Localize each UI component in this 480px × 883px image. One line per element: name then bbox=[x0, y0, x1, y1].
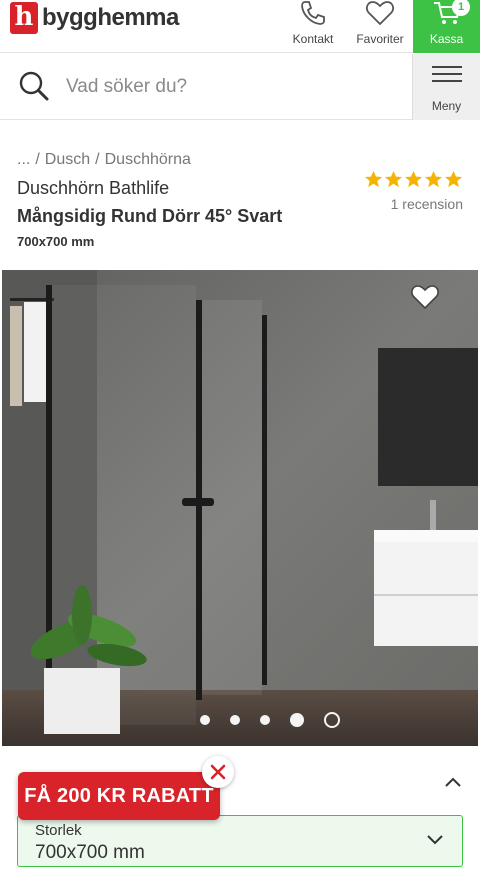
gallery-dot[interactable] bbox=[290, 713, 304, 727]
favoriter-label: Favoriter bbox=[356, 32, 404, 46]
gallery-dots bbox=[2, 712, 478, 728]
size-select-value: 700x700 mm bbox=[35, 842, 145, 863]
breadcrumb-item-ellipsis[interactable]: ... bbox=[17, 151, 30, 168]
add-to-favorites-button[interactable] bbox=[410, 284, 440, 315]
phone-icon bbox=[301, 1, 325, 25]
product-brand[interactable]: Duschhörn Bathlife bbox=[17, 178, 169, 199]
gallery-dot-active[interactable] bbox=[324, 712, 340, 728]
gallery-dot[interactable] bbox=[260, 715, 270, 725]
breadcrumb-separator: / bbox=[95, 151, 100, 168]
promo-close-button[interactable] bbox=[202, 756, 234, 788]
star-icon bbox=[444, 170, 463, 188]
product-photo bbox=[2, 270, 478, 746]
discount-promo-button[interactable]: FÅ 200 KR RABATT bbox=[18, 772, 220, 820]
product-title: Mångsidig Rund Dörr 45° Svart bbox=[17, 206, 283, 226]
logo-mark: h bbox=[10, 2, 38, 34]
logo-text: bygghemma bbox=[42, 4, 179, 31]
product-size: 700x700 mm bbox=[17, 234, 95, 249]
heart-icon bbox=[366, 1, 394, 26]
star-icon bbox=[424, 170, 443, 188]
site-header: h bygghemma Kontakt Favoriter Kassa 1 bbox=[0, 0, 480, 53]
star-icon bbox=[384, 170, 403, 188]
breadcrumb: ... / Dusch / Duschhörna bbox=[17, 151, 191, 169]
chevron-up-icon bbox=[445, 777, 461, 787]
cart-count-badge: 1 bbox=[452, 0, 470, 16]
search-bar: Meny bbox=[0, 54, 480, 120]
breadcrumb-separator: / bbox=[35, 151, 40, 168]
rating-stars[interactable] bbox=[364, 170, 463, 189]
kontakt-button[interactable]: Kontakt bbox=[288, 0, 338, 53]
kassa-button[interactable]: Kassa 1 bbox=[413, 0, 480, 53]
star-icon bbox=[364, 170, 383, 188]
menu-label: Meny bbox=[431, 99, 462, 113]
size-select-label: Storlek bbox=[35, 822, 82, 839]
bygghemma-logo[interactable]: h bygghemma bbox=[10, 2, 179, 34]
gallery-dot[interactable] bbox=[200, 715, 210, 725]
close-icon bbox=[210, 764, 226, 780]
product-image[interactable] bbox=[2, 270, 478, 746]
favoriter-button[interactable]: Favoriter bbox=[352, 0, 408, 53]
chevron-down-icon bbox=[427, 835, 443, 845]
heart-icon bbox=[411, 285, 439, 310]
star-icon bbox=[404, 170, 423, 188]
menu-button[interactable]: Meny bbox=[412, 54, 480, 120]
gallery-dot[interactable] bbox=[230, 715, 240, 725]
hamburger-icon bbox=[431, 61, 462, 87]
kontakt-label: Kontakt bbox=[292, 32, 334, 46]
size-select[interactable]: Storlek 700x700 mm bbox=[17, 815, 463, 867]
search-icon[interactable] bbox=[18, 70, 50, 107]
review-count[interactable]: 1 recension bbox=[391, 196, 463, 212]
search-input[interactable] bbox=[66, 70, 396, 104]
breadcrumb-item-dusch[interactable]: Dusch bbox=[45, 151, 90, 168]
kassa-label: Kassa bbox=[429, 32, 464, 46]
breadcrumb-item-duschhorna[interactable]: Duschhörna bbox=[105, 151, 191, 168]
